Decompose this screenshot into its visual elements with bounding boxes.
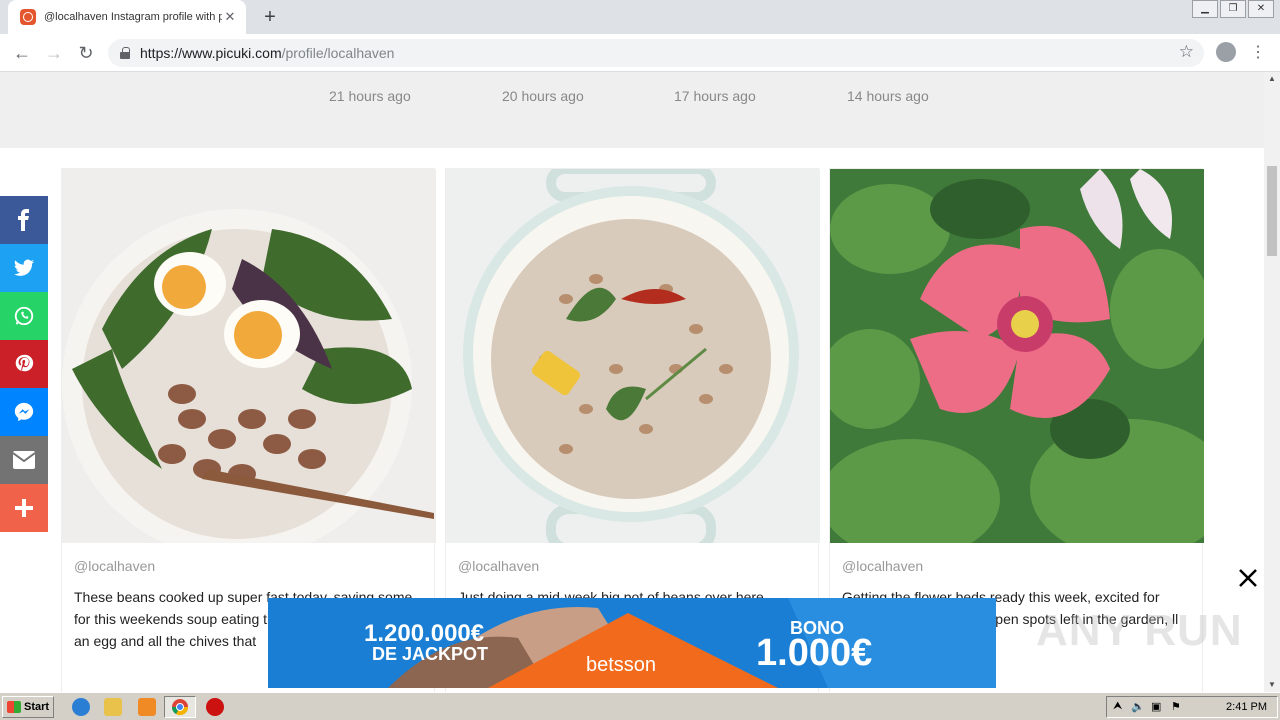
ad-jackpot-label: DE JACKPOT xyxy=(372,644,489,664)
post-username[interactable]: @localhaven xyxy=(842,558,923,574)
twitter-icon xyxy=(13,259,35,276)
minimize-button[interactable]: ▁ xyxy=(1192,0,1218,18)
window-controls: ▁ ❐ ✕ xyxy=(1190,0,1274,18)
new-tab-button[interactable]: + xyxy=(258,6,282,30)
watermark-text: ANY RUN xyxy=(1036,606,1243,655)
lock-icon xyxy=(120,47,130,59)
folder-icon[interactable] xyxy=(104,698,122,716)
timestamp: 14 hours ago xyxy=(847,88,929,104)
profile-avatar-icon[interactable] xyxy=(1216,42,1236,62)
pinterest-share-button[interactable] xyxy=(0,340,48,388)
bookmark-star-icon[interactable]: ☆ xyxy=(1179,42,1194,62)
browser-toolbar: ← → ↻ https://www.picuki.com /profile/lo… xyxy=(0,34,1280,72)
tab-strip: @localhaven Instagram profile with posts… xyxy=(0,0,1280,34)
close-ad-icon[interactable] xyxy=(1236,566,1260,590)
flag-icon[interactable]: ⚑ xyxy=(1171,700,1181,713)
tab-title: @localhaven Instagram profile with posts xyxy=(44,11,222,23)
post-image-poppy-flower[interactable] xyxy=(830,169,1204,543)
browser-tab[interactable]: @localhaven Instagram profile with posts… xyxy=(8,0,246,34)
ad-bonus-amount: 1.000€ xyxy=(756,632,873,674)
network-icon[interactable]: ▣ xyxy=(1151,700,1161,713)
address-bar[interactable]: https://www.picuki.com /profile/localhav… xyxy=(108,39,1204,67)
system-tray: ⮝ 🔈 ▣ ⚑ 2:41 PM xyxy=(1106,696,1278,718)
page-scrollbar[interactable]: ▲ ▼ xyxy=(1264,72,1280,692)
timestamp: 20 hours ago xyxy=(502,88,584,104)
twitter-share-button[interactable] xyxy=(0,244,48,292)
url-path: /profile/localhaven xyxy=(281,45,395,61)
tray-arrow-icon[interactable]: ⮝ xyxy=(1113,700,1122,713)
post-username[interactable]: @localhaven xyxy=(74,558,155,574)
reload-icon[interactable]: ↻ xyxy=(74,41,98,65)
timestamp: 17 hours ago xyxy=(674,88,756,104)
restore-button[interactable]: ❐ xyxy=(1220,0,1246,18)
close-window-button[interactable]: ✕ xyxy=(1248,0,1274,18)
start-button[interactable]: Start xyxy=(2,696,54,718)
more-icon xyxy=(15,499,33,517)
pinterest-icon xyxy=(15,354,34,372)
ie-icon[interactable] xyxy=(72,698,90,716)
post-image-beans-pot[interactable] xyxy=(446,169,820,543)
timestamps-strip: 21 hours ago 20 hours ago 17 hours ago 1… xyxy=(0,72,1264,148)
chrome-taskbar-button[interactable] xyxy=(164,696,196,718)
timestamp: 21 hours ago xyxy=(329,88,411,104)
post-username[interactable]: @localhaven xyxy=(458,558,539,574)
windows-taskbar: Start ⮝ 🔈 ▣ ⚑ 2:41 PM xyxy=(0,692,1280,720)
clock: 2:41 PM xyxy=(1226,701,1267,713)
url-host: https://www.picuki.com xyxy=(140,45,282,61)
messenger-share-button[interactable] xyxy=(0,388,48,436)
instagram-icon xyxy=(20,9,36,25)
forward-icon[interactable]: → xyxy=(42,41,66,65)
page-viewport: 21 hours ago 20 hours ago 17 hours ago 1… xyxy=(0,72,1264,692)
email-icon xyxy=(13,451,35,469)
scroll-thumb[interactable] xyxy=(1267,166,1277,256)
windows-logo-icon xyxy=(7,701,21,713)
email-share-button[interactable] xyxy=(0,436,48,484)
back-icon[interactable]: ← xyxy=(10,41,34,65)
start-label: Start xyxy=(24,701,50,713)
facebook-icon xyxy=(18,209,29,231)
messenger-icon xyxy=(14,402,34,422)
whatsapp-icon xyxy=(14,306,34,326)
tab-close-icon[interactable]: ✕ xyxy=(222,9,238,25)
facebook-share-button[interactable] xyxy=(0,196,48,244)
ad-banner[interactable]: 1.200.000€ DE JACKPOT betsson BONO 1.000… xyxy=(268,598,996,688)
scroll-down-icon[interactable]: ▼ xyxy=(1264,678,1280,692)
scroll-up-icon[interactable]: ▲ xyxy=(1264,72,1280,86)
media-player-icon[interactable] xyxy=(138,698,156,716)
volume-icon[interactable]: 🔈 xyxy=(1131,700,1145,713)
opera-icon[interactable] xyxy=(206,698,224,716)
ad-brand-logo: betsson xyxy=(586,654,657,676)
browser-menu-icon[interactable]: ⋮ xyxy=(1250,41,1266,65)
more-share-button[interactable] xyxy=(0,484,48,532)
chrome-icon xyxy=(171,699,189,716)
post-image-beans-bowl[interactable] xyxy=(62,169,436,543)
share-sidebar xyxy=(0,196,48,532)
whatsapp-share-button[interactable] xyxy=(0,292,48,340)
